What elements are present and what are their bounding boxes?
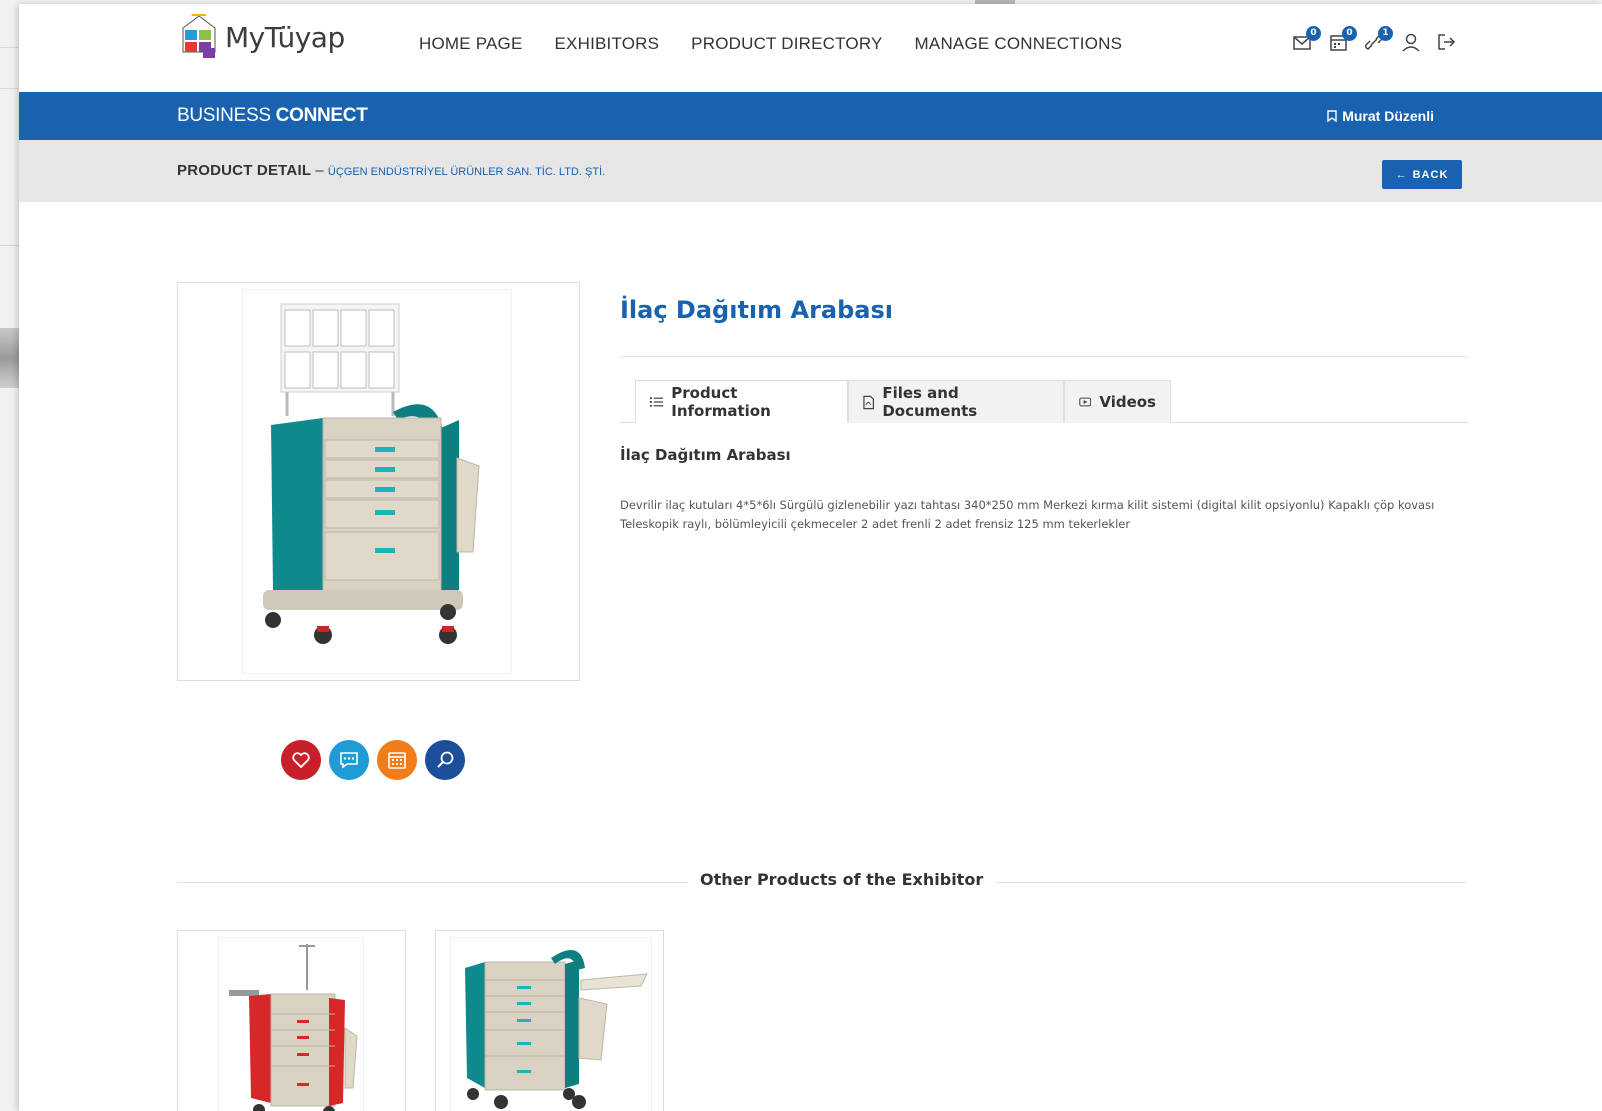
other-product-image (218, 937, 364, 1111)
backdrop-divider (0, 47, 19, 48)
tab-product-information-label: Product Information (671, 383, 771, 420)
profile-button[interactable] (1400, 32, 1426, 56)
tab-videos[interactable]: Videos (1064, 380, 1171, 423)
breadcrumb-separator: – (311, 162, 328, 179)
message-button[interactable] (329, 740, 369, 780)
menu-exhibitors[interactable]: EXHIBITORS (555, 34, 660, 54)
teal-cart-image (465, 950, 648, 1109)
back-button-label: BACK (1412, 168, 1449, 181)
other-product-image (450, 937, 652, 1111)
other-products-title: Other Products of the Exhibitor (688, 870, 996, 889)
medicine-cart-image (263, 303, 480, 644)
menu-product-directory[interactable]: PRODUCT DIRECTORY (691, 34, 882, 54)
mytuyap-logo-icon (182, 14, 216, 58)
product-actions (281, 740, 465, 780)
title-divider (620, 356, 1468, 357)
connections-button[interactable]: 1 (1364, 26, 1393, 56)
user-toolbar: 0 0 1 (1292, 26, 1462, 56)
heart-icon (292, 752, 310, 769)
menu-home-page[interactable]: HOME PAGE (419, 34, 523, 54)
breadcrumb: PRODUCT DETAIL – ÜÇGEN ENDÜSTRİYEL ÜRÜNL… (177, 162, 605, 179)
section-title-bold: CONNECT (275, 105, 368, 126)
calendar-button[interactable]: 0 (1328, 26, 1357, 56)
calendar-icon (388, 752, 406, 769)
tab-files-and-documents-label: Files and Documents (882, 384, 978, 420)
messages-count-badge: 0 (1306, 26, 1321, 41)
product-image-frame (177, 282, 580, 681)
top-navigation: MyTüyap HOME PAGE EXHIBITORS PRODUCT DIR… (19, 4, 1602, 94)
logout-button[interactable] (1436, 32, 1462, 56)
product-description: Devrilir ilaç kutuları 4*5*6lı Sürgülü g… (620, 498, 1435, 531)
company-name[interactable]: ÜÇGEN ENDÜSTRİYEL ÜRÜNLER SAN. TİC. LTD.… (328, 166, 605, 178)
product-title: İlaç Dağıtım Arabası (620, 296, 894, 324)
appointment-button[interactable] (377, 740, 417, 780)
section-title: BUSINESS CONNECT (177, 105, 368, 127)
pdf-file-icon (863, 395, 874, 409)
calendar-count-badge: 0 (1342, 26, 1357, 41)
product-image[interactable] (242, 289, 512, 674)
list-icon (650, 396, 664, 407)
chat-icon (340, 752, 358, 769)
menu-manage-connections[interactable]: MANAGE CONNECTIONS (915, 34, 1123, 54)
logo-text: MyTüyap (225, 20, 345, 54)
other-product-card[interactable] (177, 930, 406, 1111)
logout-icon (1438, 34, 1456, 50)
main-menu: HOME PAGE EXHIBITORS PRODUCT DIRECTORY M… (419, 34, 1122, 54)
browser-page: MyTüyap HOME PAGE EXHIBITORS PRODUCT DIR… (19, 4, 1602, 1111)
video-icon (1079, 397, 1092, 407)
zoom-button[interactable] (425, 740, 465, 780)
back-button[interactable]: ← BACK (1382, 160, 1462, 189)
connections-count-badge: 1 (1378, 26, 1393, 41)
red-cart-image (229, 944, 358, 1111)
business-connect-bar: BUSINESS CONNECT Murat Düzenli (19, 92, 1602, 140)
product-subheading: İlaç Dağıtım Arabası (620, 446, 791, 464)
section-title-light: BUSINESS (177, 105, 276, 126)
backdrop-divider (0, 245, 19, 246)
tab-product-information[interactable]: Product Information (635, 380, 848, 423)
product-detail-bar: PRODUCT DETAIL – ÜÇGEN ENDÜSTRİYEL ÜRÜNL… (19, 140, 1602, 202)
page-label: PRODUCT DETAIL (177, 162, 312, 179)
bookmark-icon (1327, 110, 1337, 122)
other-product-card[interactable] (435, 930, 664, 1111)
messages-button[interactable]: 0 (1292, 26, 1321, 56)
tab-videos-label: Videos (1099, 393, 1156, 411)
user-name: Murat Düzenli (1342, 108, 1434, 124)
user-icon (1402, 33, 1420, 52)
user-link[interactable]: Murat Düzenli (1327, 108, 1434, 124)
backdrop-divider (0, 88, 19, 89)
tab-files-and-documents[interactable]: Files and Documents (848, 380, 1064, 423)
product-tabs: Product Information Files and Documents … (620, 380, 1468, 423)
search-icon (437, 751, 454, 768)
logo[interactable]: MyTüyap (177, 14, 345, 60)
arrow-left-icon: ← (1395, 168, 1408, 181)
favorite-button[interactable] (281, 740, 321, 780)
